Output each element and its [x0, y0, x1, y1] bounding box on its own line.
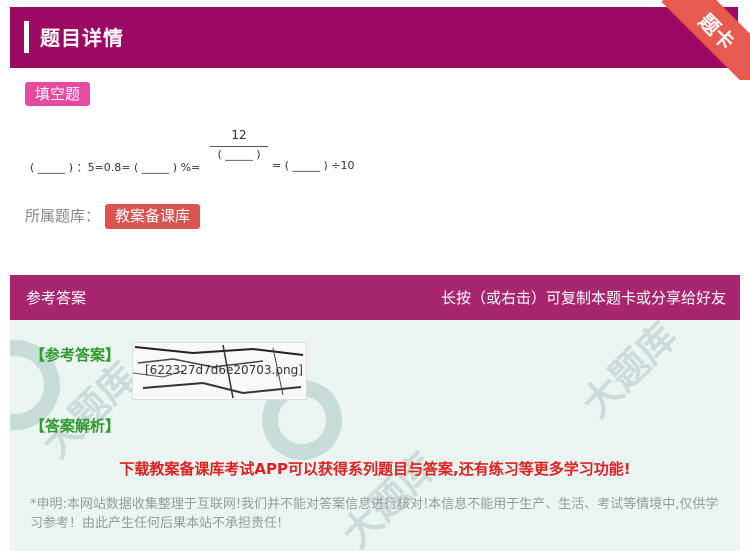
corner-label[interactable]: 题卡	[661, 0, 750, 80]
share-hint: 长按（或右击）可复制本题卡或分享给好友	[440, 289, 726, 307]
question-right-expression: = ( _____ ) ÷10	[272, 159, 355, 172]
analysis-label: 【答案解析】	[30, 417, 121, 435]
card-corner-ribbon[interactable]: 题卡	[650, 0, 750, 80]
fraction: 12 ( _____ )	[210, 128, 268, 161]
disclaimer-text: *申明:本网站数据收集整理于互联网!我们并不能对答案信息进行核对!本信息不能用于…	[30, 497, 719, 531]
title-accent-bar	[24, 21, 29, 53]
question-type-tag: 填空题	[25, 82, 91, 106]
answer-section-header: 参考答案 长按（或右击）可复制本题卡或分享给好友	[10, 275, 740, 320]
fraction-bar	[210, 146, 268, 147]
fraction-denominator: ( _____ )	[217, 148, 261, 161]
page-header: 题目详情	[10, 7, 738, 68]
question-bank-tag[interactable]: 教案备课库	[105, 204, 201, 229]
question-bank-label: 所属题库：	[25, 207, 101, 225]
page-title: 题目详情	[40, 26, 124, 50]
app-download-promo[interactable]: 下载教案备课库考试APP可以获得系列题目与答案,还有练习等更多学习功能!	[10, 458, 740, 479]
answer-image-filename: [622327d7d6e20703.png]	[145, 363, 303, 377]
answer-image[interactable]: [622327d7d6e20703.png]	[132, 342, 307, 400]
question-left-expression: ( _____ ) ：5=0.8= ( _____ ) %=	[30, 161, 201, 174]
answer-section-body: 大题库 大题库 大题库 【参考答案】 [622327d7d6e20703.png…	[10, 320, 740, 551]
fraction-numerator: 12	[231, 128, 247, 142]
answer-section-title: 参考答案	[26, 289, 87, 307]
watermark-logo: 大题库	[573, 320, 686, 426]
reference-answer-label: 【参考答案】	[30, 346, 121, 364]
